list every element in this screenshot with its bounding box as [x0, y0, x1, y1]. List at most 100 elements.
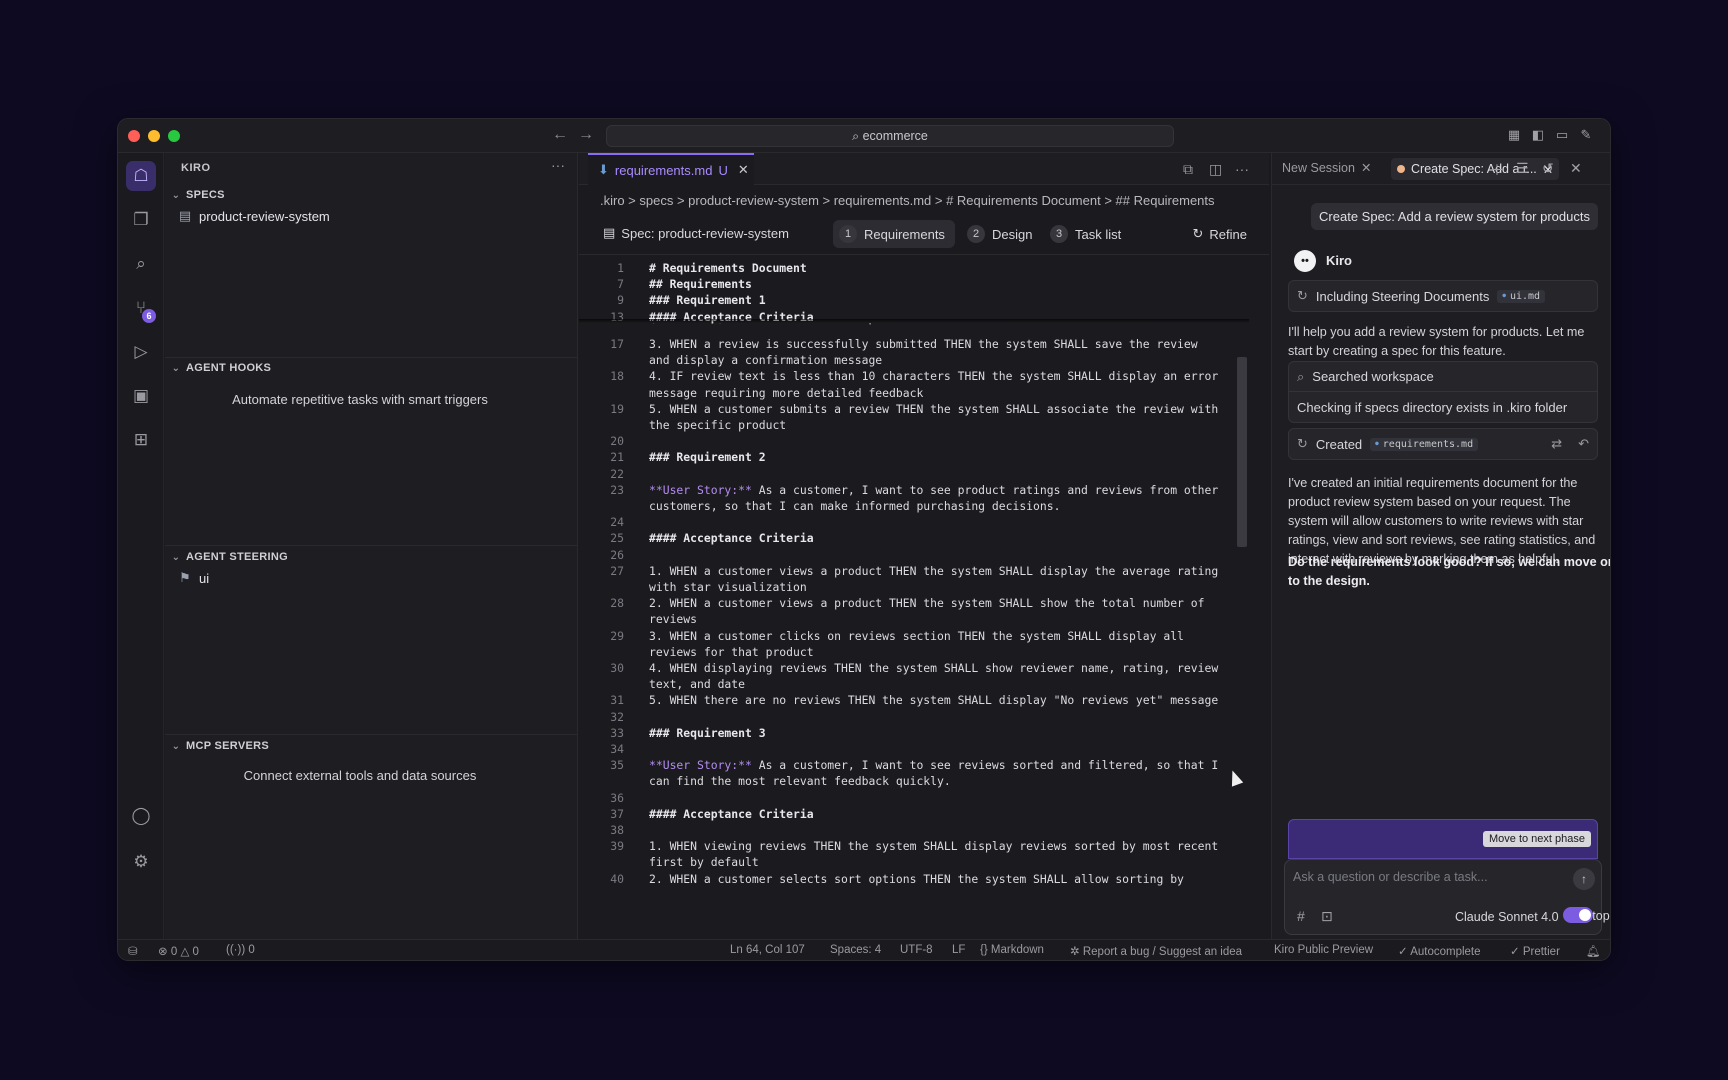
close-icon[interactable]: ✕: [738, 162, 749, 178]
steering-icon: ↻: [1297, 288, 1308, 303]
revert-icon[interactable]: ↶: [1578, 436, 1589, 452]
notifications-bell-icon[interactable]: 🔔︎: [1586, 944, 1601, 958]
error-count: 0: [170, 946, 178, 958]
line-number: 37: [610, 806, 624, 821]
plus-icon[interactable]: ＋: [1490, 160, 1504, 180]
tab-new-session[interactable]: New Session ✕: [1282, 160, 1371, 176]
agent-hooks-section-header[interactable]: ⌄ AGENT HOOKS: [170, 362, 271, 374]
model-selector[interactable]: Claude Sonnet 4.0 ⌄: [1455, 909, 1573, 924]
split-editor-icon[interactable]: ◫: [1209, 161, 1222, 178]
close-panel-icon[interactable]: ✕: [1570, 160, 1582, 177]
command-search-box[interactable]: ⌕ ecommerce: [606, 125, 1174, 147]
minimize-window-button[interactable]: [148, 130, 160, 142]
scroll-thumb[interactable]: [1237, 357, 1247, 547]
file-chip[interactable]: ui.md: [1497, 289, 1546, 303]
vertical-scrollbar[interactable]: [1235, 257, 1249, 939]
kiro-preview-label[interactable]: Kiro Public Preview: [1274, 944, 1373, 956]
close-icon[interactable]: ✕: [1361, 160, 1371, 175]
close-window-button[interactable]: [128, 130, 140, 142]
ports-indicator[interactable]: ((·)) 0: [226, 944, 255, 956]
toggle-sidebar-icon[interactable]: ◧: [1530, 127, 1546, 143]
user-story-label: **User Story:**: [649, 758, 752, 773]
chevron-down-icon: ⌄: [171, 740, 181, 752]
edit-icon[interactable]: ✎: [1578, 127, 1594, 143]
braces-icon: {}: [980, 944, 988, 956]
file-chip[interactable]: requirements.md: [1370, 437, 1479, 451]
compare-icon[interactable]: ⇄: [1551, 436, 1562, 452]
more-actions-icon[interactable]: ···: [551, 157, 565, 173]
hash-context-icon[interactable]: #: [1297, 908, 1305, 924]
account-icon[interactable]: ◯: [126, 801, 156, 831]
line-number: 30: [610, 661, 624, 675]
line-ending[interactable]: LF: [952, 944, 965, 956]
image-attach-icon[interactable]: ⊡: [1321, 908, 1333, 925]
toggle-panel-icon[interactable]: ▭: [1554, 127, 1570, 143]
step-task-list[interactable]: 3 Task list: [1044, 220, 1131, 248]
created-file-card[interactable]: ↻ Created requirements.md ⇄ ↶: [1288, 428, 1598, 460]
breadcrumb[interactable]: .kiro > specs > product-review-system > …: [600, 193, 1260, 208]
language-mode[interactable]: {} Markdown: [980, 944, 1044, 956]
session-list-icon[interactable]: ☰: [1516, 160, 1529, 177]
line-number: 26: [610, 547, 624, 562]
source-control-icon[interactable]: ⑂ 6: [126, 293, 156, 323]
code-text: customers, so that I can make informed p…: [649, 499, 1061, 513]
code-text: can find the most relevant feedback quic…: [649, 774, 951, 789]
refine-button[interactable]: ↻ Refine: [1193, 226, 1247, 242]
line-number: 1: [617, 261, 624, 275]
remote-icon[interactable]: ⛁: [128, 944, 138, 958]
tab-create-spec[interactable]: Create Spec: Add a r... ✕: [1391, 158, 1560, 180]
line-number: 7: [617, 277, 624, 292]
send-arrow-icon[interactable]: ↑: [1573, 868, 1595, 890]
extensions-icon[interactable]: ⊞: [126, 425, 156, 455]
back-arrow-icon[interactable]: ←: [552, 126, 568, 144]
steering-item-ui[interactable]: ⚑ ui: [177, 570, 209, 586]
search-icon[interactable]: ⌕: [126, 249, 156, 279]
line-number: 20: [610, 434, 624, 449]
kiro-ghost-icon[interactable]: ☖: [126, 161, 156, 191]
spec-item-product-review-system[interactable]: ▤ product-review-system: [177, 208, 330, 224]
chat-panel: New Session ✕ Create Spec: Add a r... ✕ …: [1271, 153, 1610, 939]
layout-icon[interactable]: ▦: [1506, 127, 1522, 143]
chat-input[interactable]: [1285, 866, 1555, 888]
step-design[interactable]: 2 Design: [961, 220, 1042, 248]
step-requirements[interactable]: 1 Requirements: [833, 220, 955, 248]
forward-arrow-icon[interactable]: →: [578, 126, 594, 144]
spec-workflow-bar: ▤ Spec: product-review-system 1 Requirem…: [579, 213, 1269, 255]
report-bug-link[interactable]: ✲ Report a bug / Suggest an idea: [1070, 944, 1242, 958]
specs-section-header[interactable]: ⌄ SPECS: [170, 189, 225, 201]
prettier-status[interactable]: ✓ Prettier: [1510, 944, 1560, 958]
spec-label-text: Spec: product-review-system: [621, 225, 789, 241]
indentation[interactable]: Spaces: 4: [830, 944, 881, 956]
autopilot-toggle[interactable]: [1563, 907, 1593, 923]
code-editor[interactable]: (1-5 stars) and review text are provided…: [579, 257, 1249, 939]
tab-requirements-md[interactable]: ⬇ requirements.md U ✕: [588, 153, 754, 185]
encoding[interactable]: UTF-8: [900, 944, 933, 956]
problems-indicator[interactable]: ⊗ 0 △ 0: [158, 944, 199, 958]
searched-workspace-card[interactable]: ⌕ Searched workspace Checking if specs d…: [1288, 361, 1598, 423]
code-text: 2. WHEN a customer selects sort options …: [649, 871, 1184, 886]
line-number: 28: [610, 596, 624, 611]
agent-steering-section-header[interactable]: ⌄ AGENT STEERING: [170, 551, 288, 563]
more-actions-icon[interactable]: ···: [1235, 161, 1249, 177]
remote-explorer-icon[interactable]: ▣: [126, 381, 156, 411]
run-debug-icon[interactable]: ▷: [126, 337, 156, 367]
specs-heading: SPECS: [186, 189, 225, 201]
explorer-icon[interactable]: ❐: [126, 205, 156, 235]
move-to-next-phase-button[interactable]: Move to next phase: [1482, 831, 1591, 847]
settings-gear-icon[interactable]: ⚙: [126, 847, 156, 877]
maximize-window-button[interactable]: [168, 130, 180, 142]
history-icon[interactable]: ↺: [1542, 160, 1554, 177]
autocomplete-status[interactable]: ✓ Autocomplete: [1398, 944, 1481, 958]
error-icon: ⊗: [158, 946, 168, 958]
step-number: 1: [839, 225, 857, 243]
unsaved-dot-icon: [1397, 165, 1405, 173]
code-text: with star visualization: [649, 580, 807, 594]
line-number: 29: [610, 628, 624, 643]
mcp-servers-section-header[interactable]: ⌄ MCP SERVERS: [170, 740, 269, 752]
card-label: Searched workspace: [1312, 369, 1434, 384]
steering-documents-card[interactable]: ↻ Including Steering Documents ui.md: [1288, 280, 1598, 312]
editor-tab-bar: ⬇ requirements.md U ✕ ⧉ ◫ ···: [579, 153, 1269, 185]
cursor-position[interactable]: Ln 64, Col 107: [730, 944, 805, 956]
check-icon: ✓: [1398, 946, 1408, 958]
open-preview-icon[interactable]: ⧉: [1183, 161, 1193, 178]
